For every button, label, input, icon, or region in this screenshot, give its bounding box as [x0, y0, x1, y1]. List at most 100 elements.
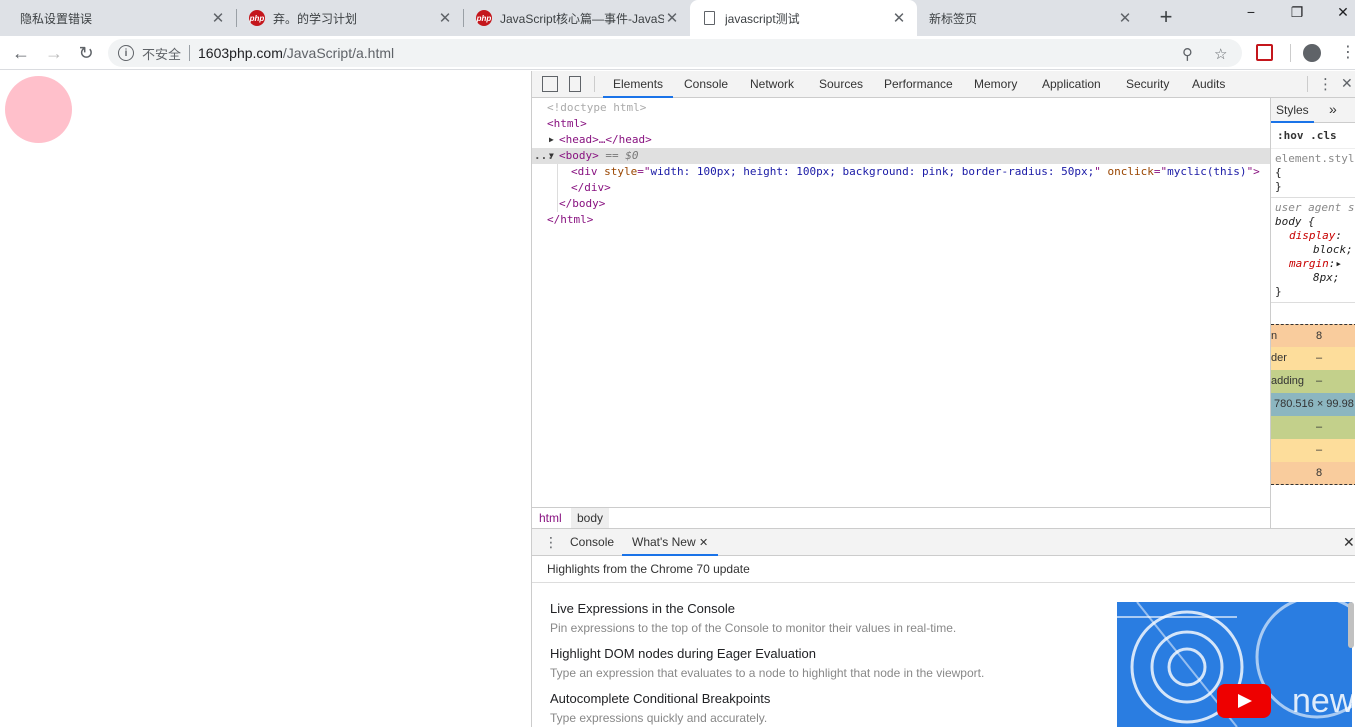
whats-new-item-title[interactable]: Highlight DOM nodes during Eager Evaluat…: [550, 646, 816, 661]
close-icon[interactable]: ✕: [891, 9, 907, 27]
extension-icon[interactable]: [1256, 44, 1273, 61]
rule-property[interactable]: margin:▸: [1275, 257, 1352, 271]
tab-title: JavaScript核心篇—事件-JavaScri: [500, 11, 664, 26]
rule-property[interactable]: display:: [1275, 229, 1352, 243]
box-value[interactable]: –: [1316, 347, 1322, 370]
close-icon[interactable]: ✕: [437, 9, 453, 27]
dom-attr-name: onclick: [1107, 165, 1154, 178]
property-value[interactable]: block;: [1275, 243, 1353, 257]
scrollbar[interactable]: [1348, 602, 1354, 648]
tab-performance[interactable]: Performance: [884, 71, 953, 98]
window-close-button[interactable]: ✕: [1328, 4, 1355, 26]
address-bar[interactable]: i 不安全 1603php.com/JavaScript/a.html ⚲ ☆: [108, 39, 1242, 67]
rule-open-brace: {: [1275, 166, 1282, 179]
whats-new-item-title[interactable]: Live Expressions in the Console: [550, 601, 735, 616]
box-model-border: der –: [1271, 347, 1355, 370]
play-video-icon[interactable]: [1217, 684, 1271, 718]
box-content-size[interactable]: 780.516 × 99.98: [1274, 393, 1354, 416]
drawer-menu-icon[interactable]: ⋮: [544, 534, 558, 551]
inspect-element-icon[interactable]: [542, 76, 558, 92]
box-label: adding: [1271, 375, 1305, 387]
more-tabs-icon[interactable]: »: [1329, 101, 1337, 117]
devtools-close-icon[interactable]: ✕: [1341, 75, 1353, 92]
dom-html-open[interactable]: <html>: [547, 116, 587, 132]
property-value[interactable]: 8px;: [1275, 271, 1352, 285]
device-toolbar-icon[interactable]: [569, 76, 581, 92]
breadcrumb-body[interactable]: body: [571, 508, 610, 528]
pink-circle-div[interactable]: [5, 76, 72, 143]
page-icon: [704, 11, 715, 25]
security-label[interactable]: 不安全: [142, 44, 181, 63]
box-model-margin: n 8: [1271, 324, 1355, 347]
box-value[interactable]: 8: [1316, 462, 1322, 485]
zoom-icon[interactable]: ⚲: [1182, 45, 1193, 63]
expand-triangle-icon[interactable]: ▶: [549, 132, 554, 148]
rule-source: user agent s: [1275, 201, 1355, 214]
dom-body-close[interactable]: </body>: [559, 196, 605, 212]
dom-tree: <!doctype html> <html> ▶ <head>…</head> …: [532, 98, 1270, 507]
browser-tab[interactable]: 隐私设置错误 ✕: [8, 0, 236, 36]
url-text[interactable]: 1603php.com/JavaScript/a.html: [198, 45, 394, 61]
profile-icon[interactable]: [1303, 44, 1321, 62]
drawer-tab-console[interactable]: Console: [570, 529, 614, 556]
tab-title: javascript测试: [725, 11, 800, 26]
close-icon[interactable]: ✕: [1117, 9, 1133, 27]
box-value[interactable]: –: [1316, 370, 1322, 393]
rule-selector[interactable]: body {: [1275, 215, 1352, 229]
dom-doctype[interactable]: <!doctype html>: [547, 100, 646, 116]
style-filter-toggles[interactable]: :hov .cls: [1271, 123, 1355, 149]
devtools-divider: [1307, 76, 1308, 92]
drawer-close-icon[interactable]: ✕: [1343, 534, 1355, 551]
whats-new-item-desc: Type an expression that evaluates to a n…: [550, 666, 985, 680]
tab-elements[interactable]: Elements: [603, 71, 674, 98]
tab-network[interactable]: Network: [750, 71, 794, 98]
tab-console[interactable]: Console: [684, 71, 728, 98]
devtools-menu-icon[interactable]: ⋮: [1318, 75, 1333, 93]
collapse-triangle-icon[interactable]: ▼: [549, 148, 554, 164]
dom-html-close[interactable]: </html>: [547, 212, 593, 228]
box-value[interactable]: –: [1316, 416, 1322, 439]
close-icon[interactable]: ✕: [664, 9, 680, 27]
tab-sources[interactable]: Sources: [819, 71, 863, 98]
property-name: margin: [1289, 257, 1329, 270]
info-icon[interactable]: i: [118, 45, 134, 61]
maximize-button[interactable]: ❐: [1282, 4, 1312, 26]
reload-button[interactable]: ↻: [74, 41, 98, 65]
user-agent-rule: user agent s body { display: block; marg…: [1271, 198, 1355, 303]
back-button[interactable]: ←: [9, 41, 33, 65]
browser-tab[interactable]: 新标签页 ✕: [917, 0, 1143, 36]
tab-styles[interactable]: Styles: [1271, 98, 1314, 123]
box-model-padding: adding –: [1271, 370, 1355, 393]
star-icon[interactable]: ☆: [1214, 45, 1227, 63]
devtools-panel: Elements Console Network Sources Perform…: [531, 71, 1355, 727]
rule-selector[interactable]: element.style: [1275, 152, 1355, 166]
rule-close-brace: }: [1275, 180, 1282, 193]
drawer-tab-whats-new[interactable]: What's New ✕: [622, 529, 719, 556]
dom-div-tag: div: [577, 165, 598, 178]
tab-audits[interactable]: Audits: [1192, 71, 1225, 98]
browser-tab[interactable]: php JavaScript核心篇—事件-JavaScri ✕: [464, 0, 690, 36]
box-value[interactable]: 8: [1316, 325, 1322, 348]
dom-head[interactable]: <head>…</head>: [559, 132, 652, 148]
box-label: n: [1271, 330, 1278, 342]
dom-div[interactable]: <div style="width: 100px; height: 100px;…: [571, 164, 1260, 180]
minimize-button[interactable]: −: [1236, 4, 1266, 26]
box-value[interactable]: –: [1316, 439, 1322, 462]
browser-tab-active[interactable]: javascript测试 ✕: [690, 0, 917, 36]
video-thumbnail[interactable]: new: [1117, 602, 1352, 727]
breadcrumb-html[interactable]: html: [533, 508, 568, 528]
whats-new-item-title[interactable]: Autocomplete Conditional Breakpoints: [550, 691, 770, 706]
dom-div-close[interactable]: </div>: [571, 180, 611, 196]
menu-icon[interactable]: ⋮: [1340, 42, 1355, 62]
new-tab-button[interactable]: +: [1154, 6, 1178, 30]
tab-application[interactable]: Application: [1042, 71, 1101, 98]
box-label: der: [1271, 352, 1287, 364]
tab-security[interactable]: Security: [1126, 71, 1169, 98]
close-icon[interactable]: ✕: [210, 9, 226, 27]
close-icon[interactable]: ✕: [699, 537, 708, 549]
tab-memory[interactable]: Memory: [974, 71, 1017, 98]
dom-attr-value: width: 100px; height: 100px; background:…: [650, 165, 1095, 178]
dom-body-selected[interactable]: <body> == $0: [559, 148, 639, 164]
browser-tab[interactable]: php 弃。的学习计划 ✕: [237, 0, 463, 36]
forward-button[interactable]: →: [42, 41, 66, 65]
